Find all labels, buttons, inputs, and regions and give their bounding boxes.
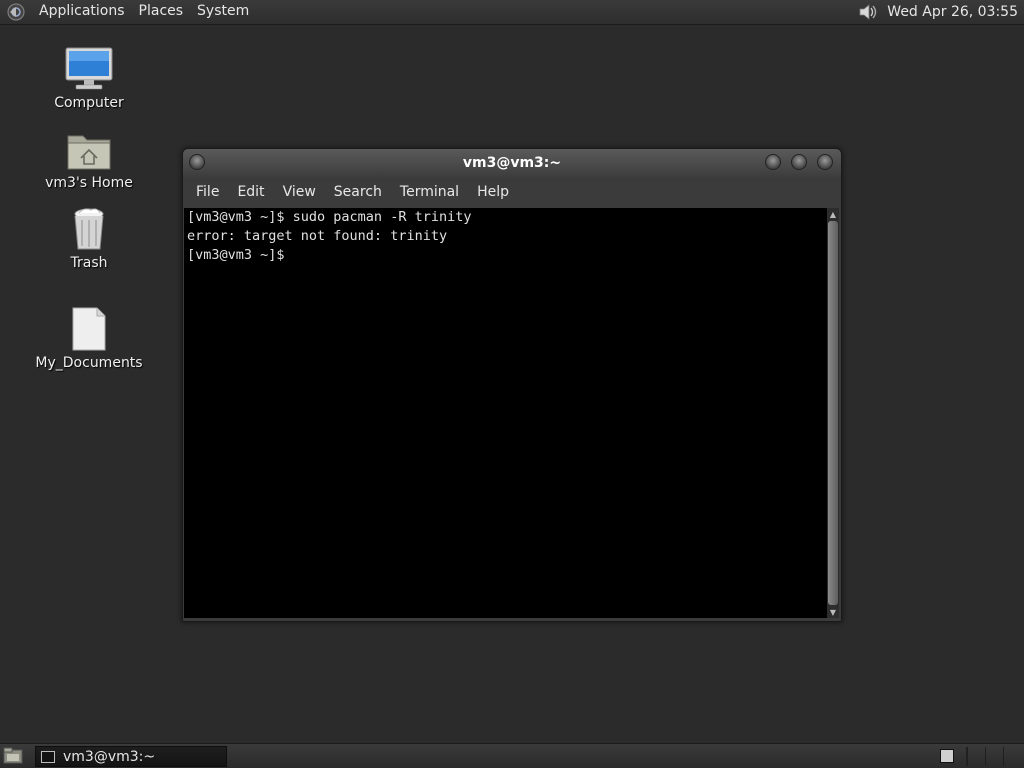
workspace-3[interactable]	[985, 747, 1004, 766]
terminal-scrollbar[interactable]: ▲ ▼	[827, 208, 839, 618]
scroll-up-arrow-icon[interactable]: ▲	[827, 208, 839, 220]
window-title: vm3@vm3:~	[462, 155, 562, 171]
close-button[interactable]	[817, 154, 833, 170]
top-panel: Applications Places System Wed Apr 26, 0…	[0, 0, 1024, 25]
workspace-2[interactable]	[967, 747, 986, 766]
menu-edit[interactable]: Edit	[228, 184, 273, 200]
bottom-panel: vm3@vm3:~	[0, 743, 1024, 768]
workspace-switcher[interactable]	[966, 747, 1021, 766]
desktop-icon-computer[interactable]: Computer	[29, 46, 149, 111]
taskbar-item-terminal[interactable]: vm3@vm3:~	[35, 746, 227, 767]
desktop-icon-label: Computer	[54, 95, 124, 111]
volume-icon[interactable]	[857, 2, 881, 22]
minimize-button[interactable]	[765, 154, 781, 170]
window-menu-button[interactable]	[189, 154, 205, 170]
top-panel-tray: Wed Apr 26, 03:55	[857, 0, 1024, 24]
taskbar-item-label: vm3@vm3:~	[63, 748, 156, 765]
applications-menu[interactable]: Applications	[32, 0, 132, 24]
show-desktop-icon[interactable]	[3, 747, 23, 765]
menu-view[interactable]: View	[274, 184, 325, 200]
desktop-icon-label: Trash	[70, 255, 108, 271]
desktop-icon-trash[interactable]: Trash	[29, 206, 149, 271]
places-menu[interactable]: Places	[132, 0, 191, 24]
desktop-screen: Applications Places System Wed Apr 26, 0…	[0, 0, 1024, 768]
menu-file[interactable]: File	[187, 184, 228, 200]
workspace-4[interactable]	[1003, 747, 1022, 766]
scroll-thumb[interactable]	[828, 221, 838, 605]
scroll-down-arrow-icon[interactable]: ▼	[827, 606, 839, 618]
system-menu[interactable]: System	[190, 0, 256, 24]
menu-search[interactable]: Search	[325, 184, 391, 200]
terminal-icon	[41, 750, 55, 763]
trash-icon	[63, 206, 115, 252]
terminal-line: error: target not found: trinity	[187, 228, 448, 244]
computer-icon	[63, 46, 115, 92]
workspace-1[interactable]	[940, 749, 954, 763]
terminal-menubar: File Edit View Search Terminal Help	[183, 177, 841, 207]
terminal-window: vm3@vm3:~ File Edit View Search Terminal…	[182, 148, 842, 622]
terminal-output[interactable]: [vm3@vm3 ~]$ sudo pacman -R trinity erro…	[184, 208, 827, 618]
desktop-icon-label: vm3's Home	[45, 175, 133, 191]
clock[interactable]: Wed Apr 26, 03:55	[887, 4, 1024, 20]
maximize-button[interactable]	[791, 154, 807, 170]
home-folder-icon	[63, 126, 115, 172]
terminal-prompt-line: [vm3@vm3 ~]$	[187, 247, 293, 263]
desktop-icon-home[interactable]: vm3's Home	[29, 126, 149, 191]
window-titlebar[interactable]: vm3@vm3:~	[183, 149, 841, 177]
menu-terminal[interactable]: Terminal	[391, 184, 468, 200]
document-icon	[63, 306, 115, 352]
distro-logo-icon[interactable]	[6, 2, 26, 22]
desktop-icon-my-documents[interactable]: My_Documents	[29, 306, 149, 371]
terminal-line: [vm3@vm3 ~]$ sudo pacman -R trinity	[187, 209, 472, 225]
desktop-icon-label: My_Documents	[35, 355, 143, 371]
menu-help[interactable]: Help	[468, 184, 518, 200]
